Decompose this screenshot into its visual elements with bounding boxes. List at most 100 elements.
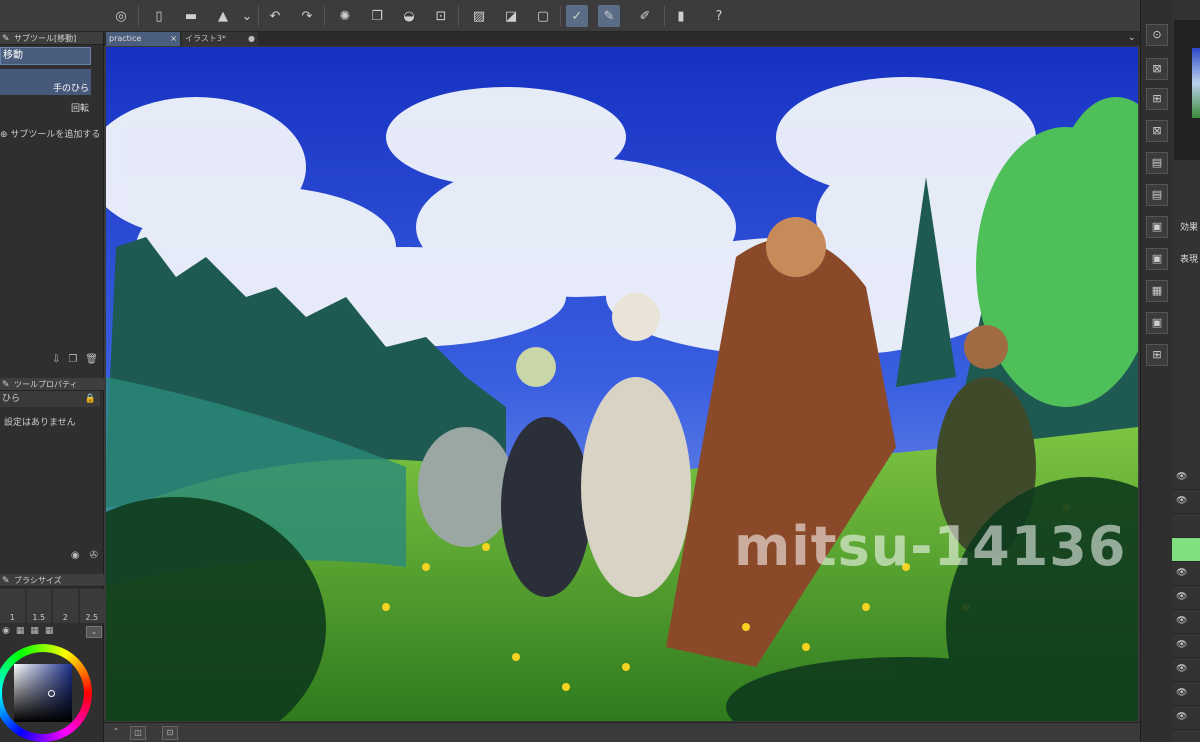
add-subtool-link[interactable]: ⊕ サブツールを追加する [0, 127, 103, 140]
effect-label: 効果 [1180, 223, 1199, 233]
color-wheel[interactable] [0, 644, 92, 742]
navigator-toggle-icon[interactable]: ◫ [130, 726, 146, 740]
command-bar: ◎ ▯ ▬ ▲ ⌄ ↶ ↷ ✺ ❐ ◒ ⊡ ▨ ◪ ▢ ✓ ✎ ✐ ▮ ? [0, 0, 1200, 32]
canvas-bottom-bar: ⌃ ◫ ⊡ [104, 722, 1140, 742]
search-icon[interactable]: ⊙ [1146, 24, 1168, 46]
layer-row[interactable]: 👁 [1172, 706, 1200, 730]
copy-icon[interactable]: ❐ [366, 5, 388, 27]
layer-move-icon[interactable]: ⊞ [1146, 88, 1168, 110]
brush-size-option[interactable]: 1 [0, 589, 25, 623]
subtool-selected[interactable]: 移動 [0, 47, 91, 65]
layer-row[interactable]: 👁 [1172, 682, 1200, 706]
layer-row[interactable]: 👁 [1172, 562, 1200, 586]
eye-icon[interactable]: 👁 [1176, 664, 1187, 674]
fit-view-icon[interactable]: ⊡ [162, 726, 178, 740]
brush-size-option[interactable]: 2.5 [79, 589, 104, 623]
chevron-up-icon[interactable]: ⌃ [108, 726, 124, 740]
wrench-icon[interactable]: ✇ [90, 550, 98, 566]
gradient-icon[interactable]: ◪ [500, 5, 522, 27]
open-folder-icon[interactable]: ▬ [180, 5, 202, 27]
layer-row-selected[interactable] [1172, 538, 1200, 562]
layer-a-icon[interactable]: ▤ [1146, 152, 1168, 174]
layer-row[interactable] [1172, 514, 1200, 538]
layer-d-icon[interactable]: ▣ [1146, 248, 1168, 270]
eye-icon[interactable]: 👁 [1176, 592, 1187, 602]
layer-row[interactable]: 👁 [1172, 490, 1200, 514]
trash-icon[interactable]: 🗑 [85, 354, 98, 370]
intermediate-color-tab-icon[interactable]: ▦ [30, 626, 39, 642]
brush-size-option[interactable]: 1.5 [26, 589, 51, 623]
subtool-actions: ⇩ ❐ 🗑 [0, 354, 104, 370]
duplicate-icon[interactable]: ❐ [68, 354, 77, 370]
separator [560, 6, 561, 26]
correction-icon[interactable]: ✐ [634, 5, 656, 27]
eye-icon[interactable]: 👁 [1176, 496, 1187, 506]
separator [664, 6, 665, 26]
fill-icon[interactable]: ◒ [398, 5, 420, 27]
layer-g-icon[interactable]: ⊞ [1146, 344, 1168, 366]
layer-c-icon[interactable]: ▣ [1146, 216, 1168, 238]
panel-menu-dropdown-icon[interactable]: ⌄ [86, 626, 102, 638]
undo-icon[interactable]: ↶ [264, 5, 286, 27]
unsaved-dot-icon[interactable]: ● [248, 32, 255, 46]
tool-property-actions: ◉ ✇ [0, 550, 104, 566]
left-panel: ✎ サブツール[移動] 移動 手のひら 回転 ⊕ サブツールを追加する ⇩ ❐ … [0, 32, 104, 742]
tab-illust3[interactable]: イラスト3* ● [182, 32, 258, 46]
layer-delete-icon[interactable]: ⊠ [1146, 120, 1168, 142]
eye-icon[interactable]: 👁 [1176, 568, 1187, 578]
right-panel: 効果 表現 👁 👁 👁 👁 👁 👁 👁 👁 👁 [1172, 0, 1200, 742]
subtool-item-label: 手のひら [52, 84, 89, 94]
layer-row[interactable]: 👁 [1172, 658, 1200, 682]
settings-dial-icon[interactable]: ◉ [71, 550, 80, 566]
save-icon[interactable]: ▲ [212, 5, 234, 27]
brush-size-title: ブラシサイズ [14, 576, 62, 585]
new-file-icon[interactable]: ▯ [148, 5, 170, 27]
device-icon[interactable]: ▮ [670, 5, 692, 27]
color-picker-handle[interactable] [48, 690, 55, 697]
border-icon[interactable]: ▢ [532, 5, 554, 27]
layer-f-icon[interactable]: ▣ [1146, 312, 1168, 334]
layer-row[interactable]: 👁 [1172, 610, 1200, 634]
color-saturation-square[interactable] [14, 664, 72, 722]
chevron-down-icon[interactable]: ⌄ [1128, 32, 1136, 43]
close-icon[interactable]: × [170, 32, 177, 46]
navigator-panel [1174, 20, 1200, 160]
canvas[interactable]: mitsu-14136 [106, 47, 1138, 721]
brush-active-icon[interactable]: ✎ [598, 5, 620, 27]
import-icon[interactable]: ⇩ [52, 354, 60, 370]
tool-property-panel: ✎ ツールプロパティ ひら 🔒 設定はありません [0, 378, 104, 428]
layer-clear-icon[interactable]: ⊠ [1146, 58, 1168, 80]
pen-active-icon[interactable]: ✓ [566, 5, 588, 27]
tool-property-icon: ✎ [2, 380, 10, 390]
eye-icon[interactable]: 👁 [1176, 688, 1187, 698]
eye-icon[interactable]: 👁 [1176, 472, 1187, 482]
subtool-item-hand[interactable]: 手のひら [0, 69, 91, 95]
menu-icon[interactable]: ◎ [110, 5, 132, 27]
brush-size-option[interactable]: 2 [53, 589, 78, 623]
color-wheel-tab-icon[interactable]: ◉ [2, 626, 10, 642]
layer-e-icon[interactable]: ▦ [1146, 280, 1168, 302]
express-label: 表現 [1180, 255, 1199, 265]
layer-b-icon[interactable]: ▤ [1146, 184, 1168, 206]
deselect-icon[interactable]: ▨ [468, 5, 490, 27]
tool-property-header: ✎ ツールプロパティ [0, 378, 104, 391]
eye-icon[interactable]: 👁 [1176, 616, 1187, 626]
watermark: mitsu-14136 [734, 515, 1127, 578]
navigator-thumbnail[interactable] [1192, 48, 1200, 118]
loading-icon[interactable]: ✺ [334, 5, 356, 27]
layer-row[interactable]: 👁 [1172, 586, 1200, 610]
redo-icon[interactable]: ↷ [296, 5, 318, 27]
rock [418, 427, 514, 547]
layer-row[interactable]: 👁 [1172, 634, 1200, 658]
tab-practice[interactable]: practice × [106, 32, 180, 46]
lock-icon[interactable]: 🔒 [85, 391, 96, 407]
subtool-item-rotate[interactable]: 回転 [0, 99, 91, 117]
approximate-color-tab-icon[interactable]: ▦ [45, 626, 54, 642]
dropdown-icon[interactable]: ⌄ [236, 5, 258, 27]
eye-icon[interactable]: 👁 [1176, 640, 1187, 650]
color-set-tab-icon[interactable]: ▦ [16, 626, 25, 642]
eye-icon[interactable]: 👁 [1176, 712, 1187, 722]
layer-row[interactable]: 👁 [1172, 466, 1200, 490]
transform-icon[interactable]: ⊡ [430, 5, 452, 27]
help-icon[interactable]: ? [708, 5, 730, 27]
